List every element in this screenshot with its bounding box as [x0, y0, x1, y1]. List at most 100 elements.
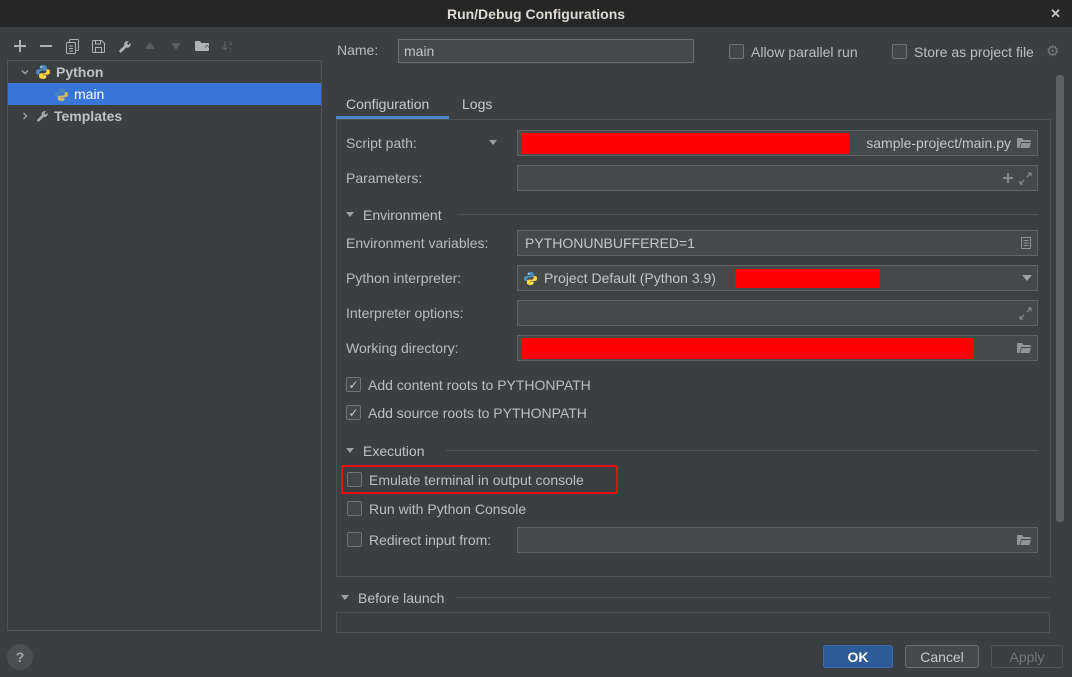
name-input[interactable]	[398, 39, 694, 63]
svg-text:z: z	[229, 48, 232, 54]
tree-item-label: main	[74, 86, 104, 102]
allow-parallel-run-checkbox[interactable]	[729, 44, 744, 59]
tab-configuration[interactable]: Configuration	[346, 96, 429, 116]
working-directory-input[interactable]	[517, 335, 1038, 361]
store-as-project-file-label[interactable]: Store as project file	[914, 44, 1034, 60]
parameters-label: Parameters:	[346, 170, 422, 187]
collapse-triangle-icon	[341, 595, 349, 600]
python-interpreter-value: Project Default (Python 3.9)	[544, 270, 716, 286]
save-icon[interactable]	[90, 38, 106, 54]
close-icon[interactable]: ✕	[1050, 0, 1061, 27]
svg-text:a: a	[229, 41, 233, 47]
section-rule	[456, 597, 1050, 598]
configurations-toolbar: az	[12, 38, 236, 54]
browse-folder-icon[interactable]	[1016, 340, 1032, 356]
before-launch-task-list[interactable]	[336, 612, 1050, 633]
insert-macro-plus-icon[interactable]	[1002, 172, 1014, 184]
add-icon[interactable]	[12, 38, 28, 54]
remove-icon[interactable]	[38, 38, 54, 54]
before-launch-label: Before launch	[358, 590, 444, 606]
environment-variables-value: PYTHONUNBUFFERED=1	[523, 235, 695, 251]
python-interpreter-label: Python interpreter:	[346, 270, 461, 287]
dialog-title: Run/Debug Configurations	[447, 6, 625, 22]
move-down-icon	[168, 38, 184, 54]
script-path-value: sample-project/main.py	[866, 135, 1011, 151]
python-icon	[35, 64, 51, 80]
collapse-triangle-icon	[346, 212, 354, 217]
copy-icon[interactable]	[64, 38, 80, 54]
apply-button: Apply	[991, 645, 1063, 668]
ok-button[interactable]: OK	[823, 645, 893, 668]
store-as-project-file-checkbox[interactable]	[892, 44, 907, 59]
redirect-input-checkbox[interactable]	[347, 532, 362, 547]
before-launch-section-header[interactable]: Before launch	[341, 589, 444, 606]
execution-section-header[interactable]: Execution	[346, 442, 424, 459]
tab-logs[interactable]: Logs	[462, 96, 492, 116]
emulate-terminal-row: Emulate terminal in output console	[347, 471, 584, 488]
tree-item-label: Python	[56, 64, 103, 80]
add-content-roots-row: ✓ Add content roots to PYTHONPATH	[346, 376, 591, 393]
allow-parallel-run-label[interactable]: Allow parallel run	[751, 44, 858, 60]
run-debug-configurations-dialog: Run/Debug Configurations ✕ az	[0, 0, 1072, 677]
redirect-input-label[interactable]: Redirect input from:	[369, 532, 491, 548]
redirect-input-file-input[interactable]	[517, 527, 1038, 553]
expand-field-icon[interactable]	[1019, 307, 1032, 320]
tree-item-templates[interactable]: Templates	[8, 105, 321, 127]
environment-variables-input[interactable]: PYTHONUNBUFFERED=1	[517, 230, 1038, 256]
wrench-icon	[35, 109, 49, 123]
add-source-roots-row: ✓ Add source roots to PYTHONPATH	[346, 404, 587, 421]
environment-section-header[interactable]: Environment	[346, 206, 442, 223]
add-source-roots-label[interactable]: Add source roots to PYTHONPATH	[368, 405, 587, 421]
configurations-tree: Python main Templates	[7, 60, 322, 631]
scrollbar-thumb[interactable]	[1056, 75, 1064, 522]
help-button[interactable]: ?	[7, 644, 33, 670]
tree-item-python[interactable]: Python	[8, 61, 321, 83]
browse-folder-icon[interactable]	[1016, 532, 1032, 548]
store-as-project-file-row: Store as project file	[892, 43, 1034, 60]
redaction-overlay	[521, 338, 974, 359]
new-folder-icon[interactable]	[194, 38, 210, 54]
chevron-down-icon	[20, 67, 30, 77]
script-path-field[interactable]: sample-project/main.py	[517, 130, 1038, 156]
gear-icon[interactable]: ⚙	[1046, 42, 1059, 60]
combobox-arrow-icon[interactable]	[1022, 275, 1032, 281]
python-interpreter-combobox[interactable]: Project Default (Python 3.9)	[517, 265, 1038, 291]
run-with-python-console-row: Run with Python Console	[347, 500, 526, 517]
section-rule	[446, 450, 1038, 451]
python-icon	[54, 87, 69, 102]
run-with-python-console-checkbox[interactable]	[347, 501, 362, 516]
move-up-icon	[142, 38, 158, 54]
working-directory-label: Working directory:	[346, 340, 459, 357]
python-icon	[523, 271, 538, 286]
cancel-button[interactable]: Cancel	[905, 645, 979, 668]
run-with-python-console-label[interactable]: Run with Python Console	[369, 501, 526, 517]
add-content-roots-label[interactable]: Add content roots to PYTHONPATH	[368, 377, 591, 393]
browse-folder-icon[interactable]	[1016, 135, 1032, 151]
script-path-dropdown-icon[interactable]	[489, 140, 497, 145]
tree-item-label: Templates	[54, 108, 122, 124]
execution-section-label: Execution	[363, 443, 424, 459]
section-rule	[459, 214, 1038, 215]
script-path-label: Script path:	[346, 135, 417, 152]
edit-variables-icon[interactable]	[1020, 236, 1032, 250]
add-content-roots-checkbox[interactable]: ✓	[346, 377, 361, 392]
edit-templates-wrench-icon[interactable]	[116, 38, 132, 54]
interpreter-options-input[interactable]	[517, 300, 1038, 326]
environment-section-label: Environment	[363, 207, 442, 223]
dialog-titlebar: Run/Debug Configurations ✕	[0, 0, 1072, 27]
interpreter-options-label: Interpreter options:	[346, 305, 464, 322]
tree-item-main[interactable]: main	[8, 83, 321, 105]
sort-alphabetically-icon: az	[220, 38, 236, 54]
collapse-triangle-icon	[346, 448, 354, 453]
redaction-overlay	[521, 133, 849, 154]
emulate-terminal-checkbox[interactable]	[347, 472, 362, 487]
parameters-input[interactable]	[517, 165, 1038, 191]
allow-parallel-run-row: Allow parallel run	[729, 43, 858, 60]
redaction-overlay	[735, 269, 880, 288]
name-label: Name:	[337, 42, 378, 59]
redirect-input-row: Redirect input from:	[347, 531, 491, 548]
add-source-roots-checkbox[interactable]: ✓	[346, 405, 361, 420]
expand-field-icon[interactable]	[1019, 172, 1032, 185]
emulate-terminal-label[interactable]: Emulate terminal in output console	[369, 472, 584, 488]
chevron-right-icon	[20, 111, 30, 121]
